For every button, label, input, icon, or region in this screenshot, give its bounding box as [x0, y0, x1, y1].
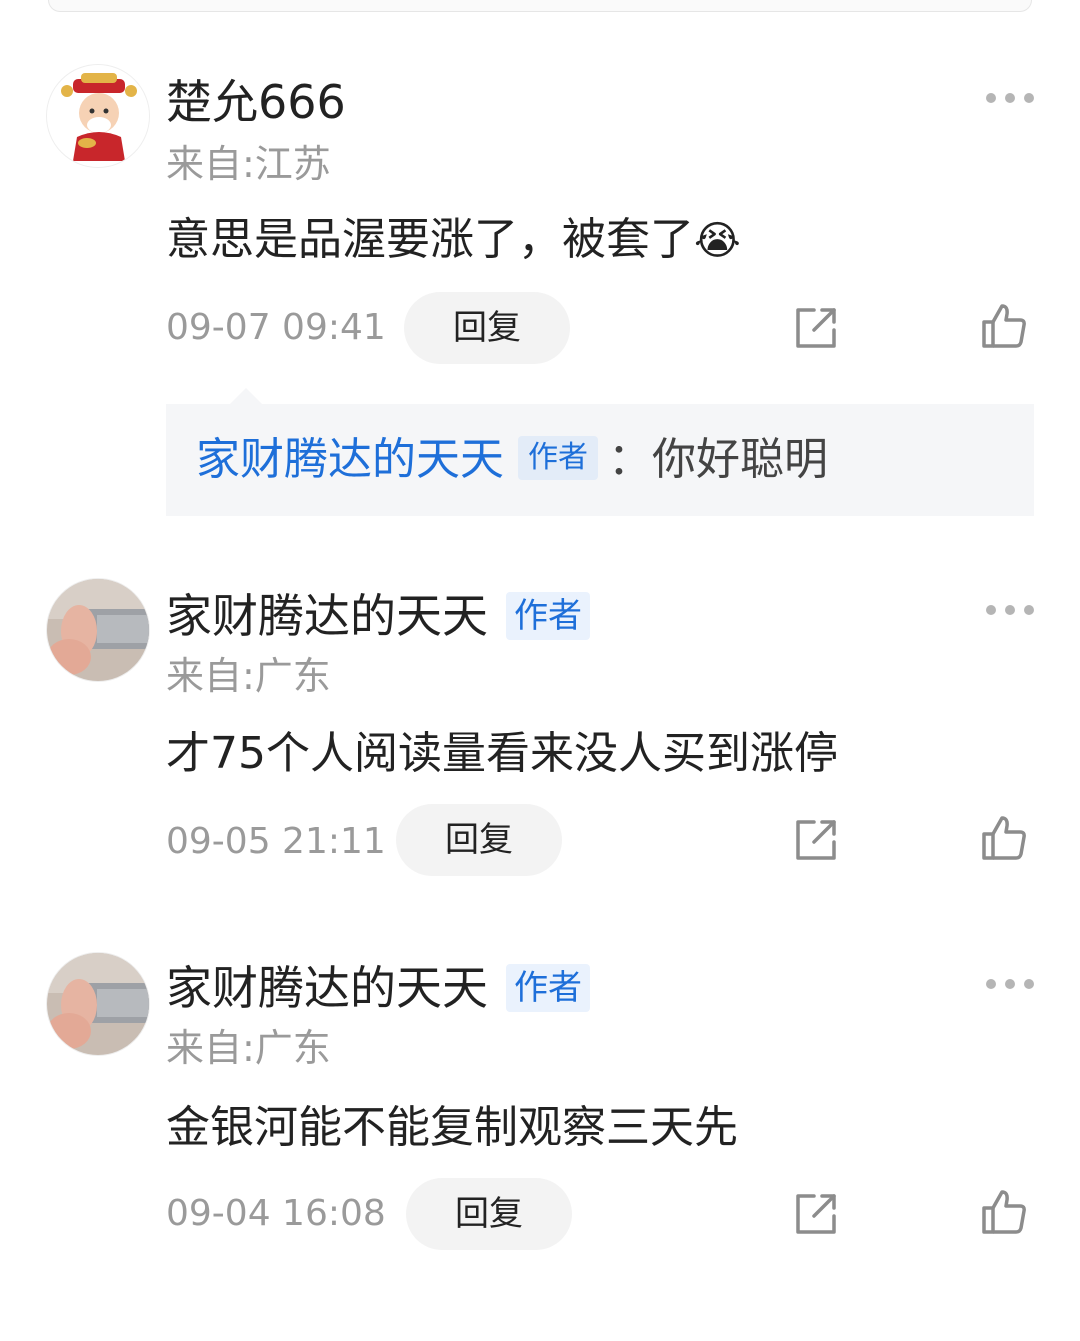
username-text[interactable]: 家财腾达的天天 — [166, 961, 488, 1015]
avatar-photo-icon — [47, 953, 149, 1055]
crying-emoji-icon: 😭 — [694, 218, 741, 264]
more-dots-icon[interactable] — [986, 88, 1034, 108]
share-icon[interactable] — [792, 1190, 840, 1238]
username[interactable]: 楚允666 — [166, 74, 346, 130]
username[interactable]: 家财腾达的天天 作者 — [166, 588, 590, 644]
comment-text: 金银河能不能复制观察三天先 — [166, 1102, 738, 1153]
sub-reply-author[interactable]: 家财腾达的天天 — [196, 434, 504, 485]
comment-text: 才75个人阅读量看来没人买到涨停 — [166, 728, 838, 779]
comment-time: 09-07 09:41 — [166, 307, 386, 348]
username-text[interactable]: 家财腾达的天天 — [166, 589, 488, 643]
sub-reply-box[interactable]: 家财腾达的天天 作者 ：你好聪明 — [166, 404, 1034, 516]
avatar-photo-icon — [47, 579, 149, 681]
comment-time: 09-04 16:08 — [166, 1193, 386, 1234]
thumbs-up-icon[interactable] — [980, 814, 1028, 862]
username[interactable]: 家财腾达的天天 作者 — [166, 960, 590, 1016]
avatar-cartoon-icon — [47, 65, 149, 167]
location: 来自:江苏 — [166, 142, 331, 186]
avatar[interactable] — [46, 64, 150, 168]
sub-reply-pointer — [230, 388, 262, 404]
previous-card-edge — [48, 0, 1032, 12]
avatar[interactable] — [46, 578, 150, 682]
reply-button[interactable]: 回复 — [396, 804, 562, 876]
location: 来自:广东 — [166, 1026, 331, 1070]
comment-text-body: 意思是品渥要涨了，被套了 — [166, 214, 694, 265]
thumbs-up-icon[interactable] — [980, 1188, 1028, 1236]
comment-time: 09-05 21:11 — [166, 821, 386, 862]
reply-button[interactable]: 回复 — [406, 1178, 572, 1250]
more-dots-icon[interactable] — [986, 974, 1034, 994]
avatar[interactable] — [46, 952, 150, 1056]
author-badge: 作者 — [506, 963, 590, 1012]
reply-button[interactable]: 回复 — [404, 292, 570, 364]
sub-reply-separator: ： — [608, 434, 652, 485]
share-icon[interactable] — [792, 304, 840, 352]
thumbs-up-icon[interactable] — [980, 302, 1028, 350]
author-badge: 作者 — [518, 436, 598, 480]
sub-reply-text: 你好聪明 — [652, 434, 828, 485]
share-icon[interactable] — [792, 816, 840, 864]
location: 来自:广东 — [166, 654, 331, 698]
comment-text: 意思是品渥要涨了，被套了😭 — [166, 212, 741, 269]
author-badge: 作者 — [506, 591, 590, 640]
more-dots-icon[interactable] — [986, 600, 1034, 620]
sub-reply-line: 家财腾达的天天 作者 ：你好聪明 — [196, 432, 828, 488]
